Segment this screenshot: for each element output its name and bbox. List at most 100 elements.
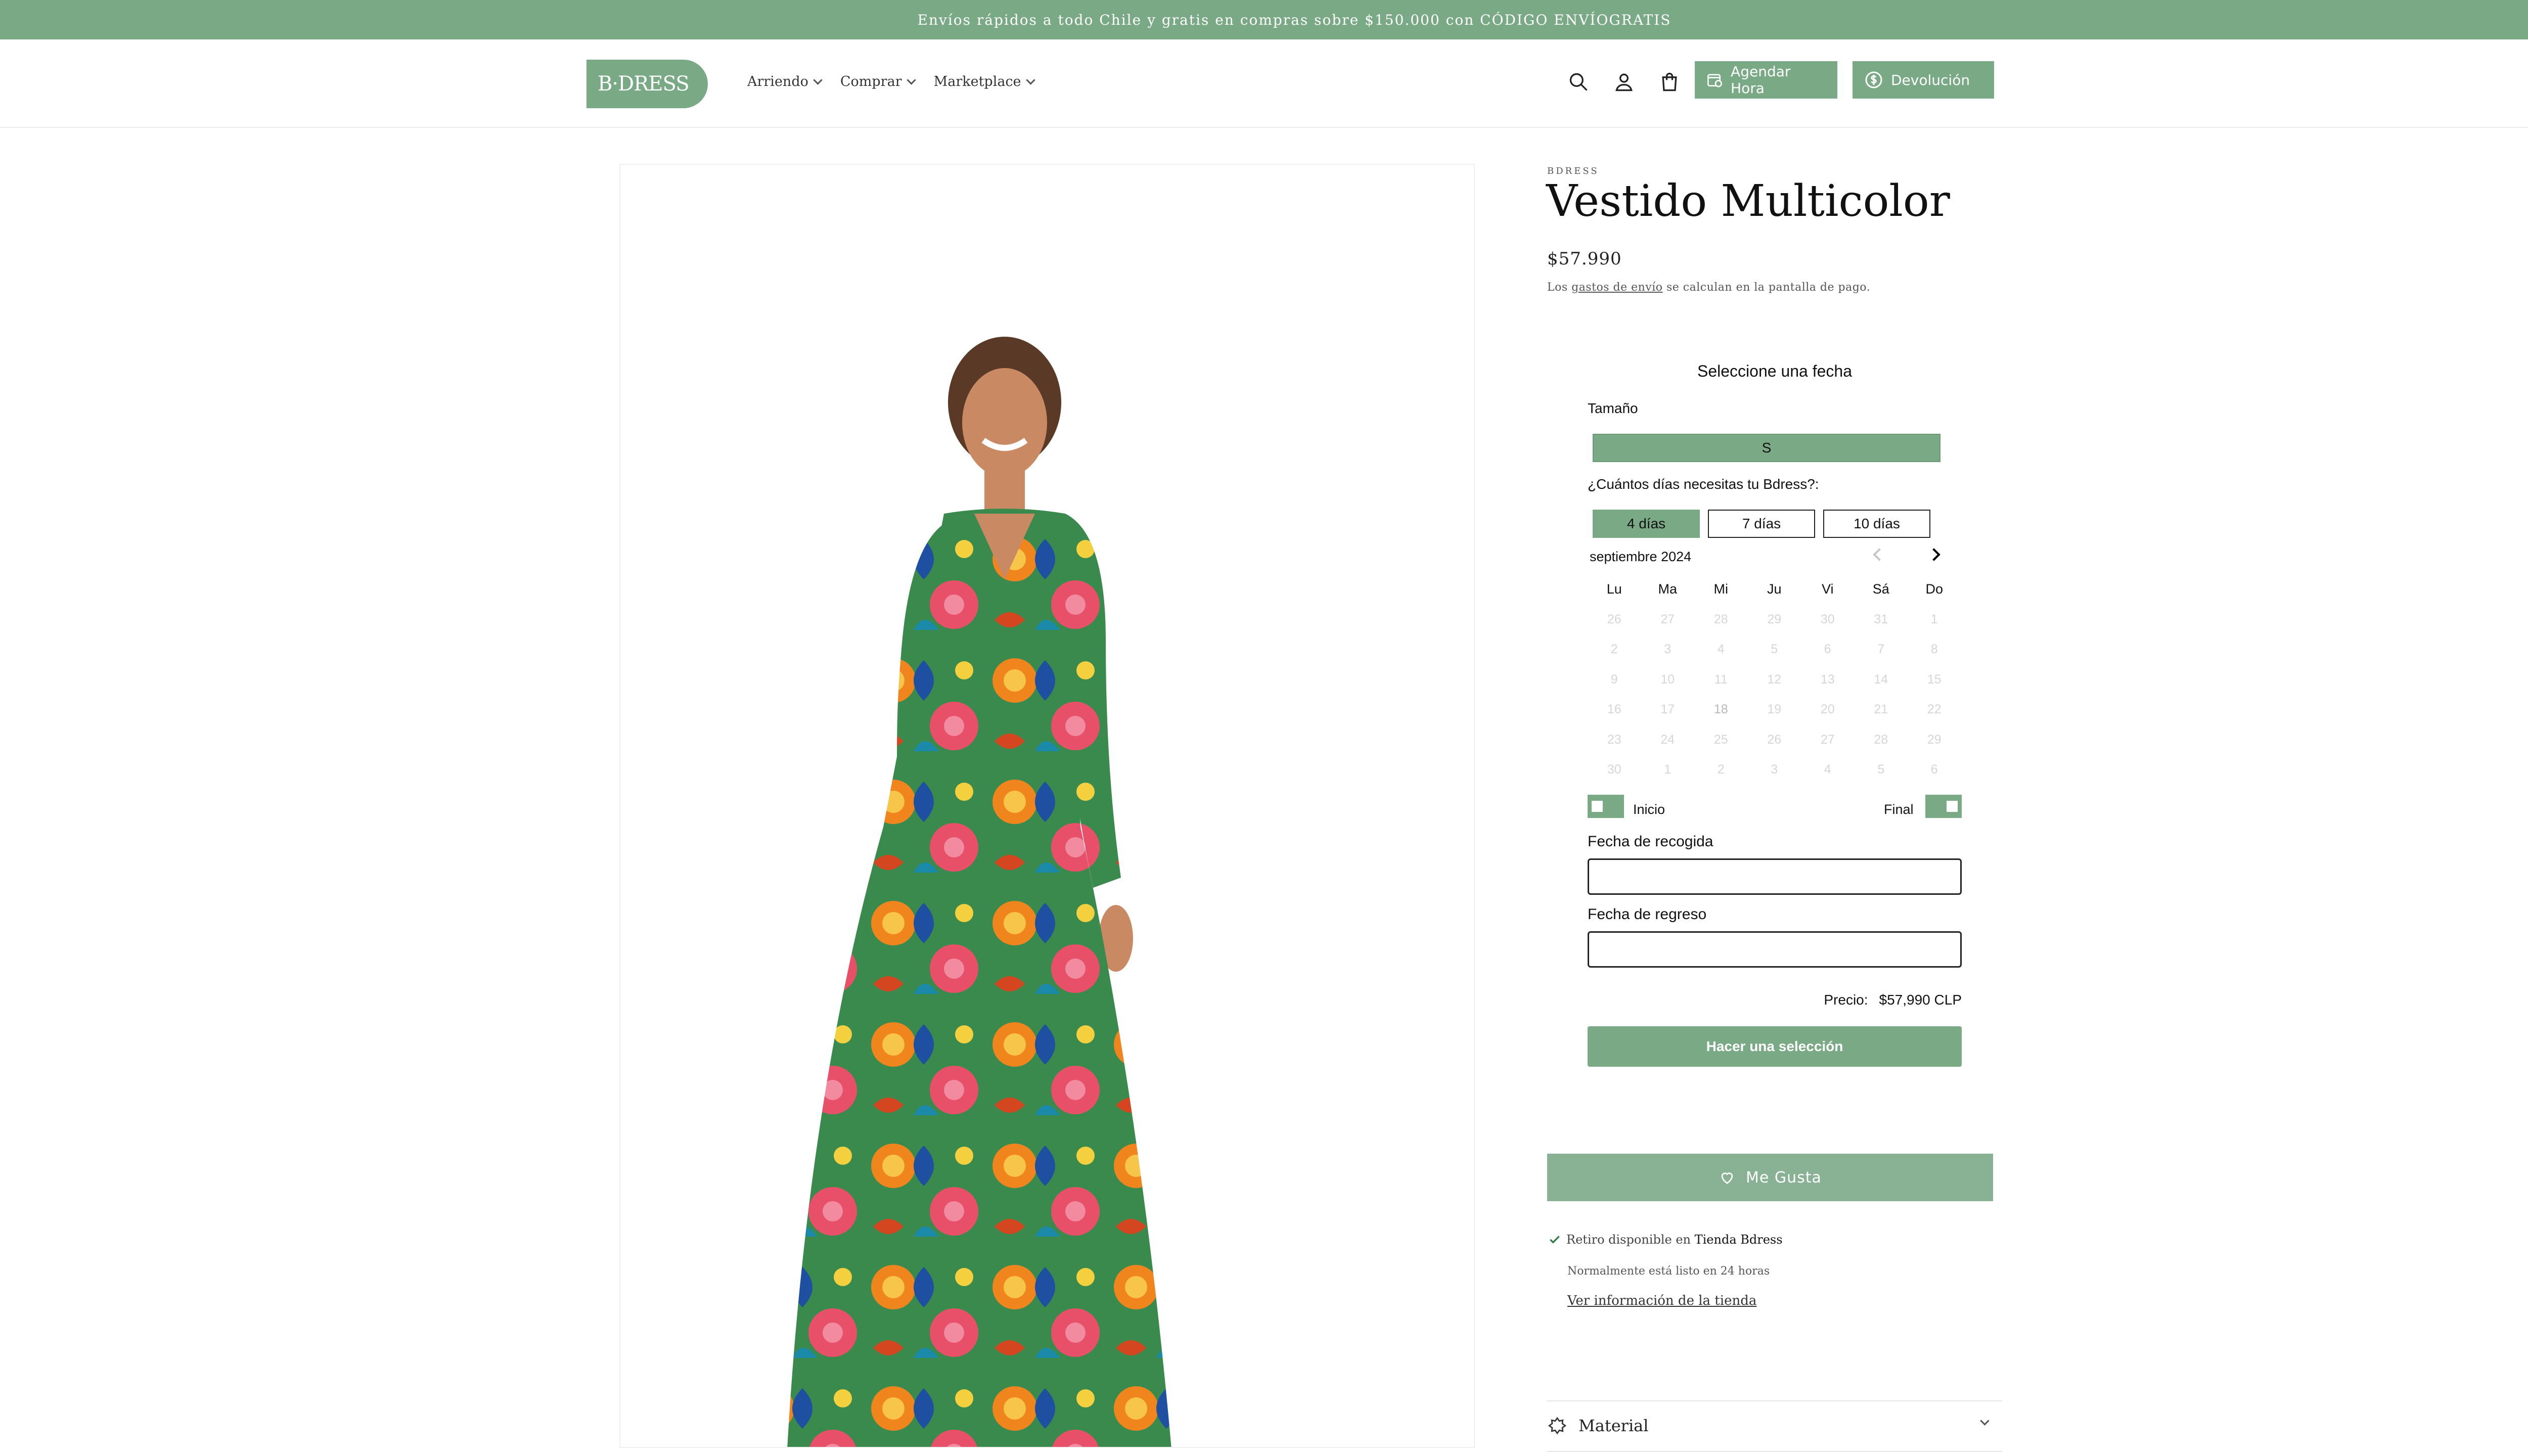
divider [1547, 1451, 2002, 1452]
divider [1547, 1400, 2002, 1401]
material-accordion[interactable]: Material [1547, 1410, 2002, 1441]
calendar-day: 14 [1874, 672, 1888, 687]
toggle-knob [1592, 801, 1603, 812]
dollar-circle-icon [1865, 71, 1882, 88]
calendar-day: 28 [1874, 732, 1888, 747]
calendar-day: 23 [1607, 732, 1621, 747]
days-option-4[interactable]: 4 días [1593, 510, 1700, 538]
size-label: Tamaño [1588, 400, 1638, 416]
toggle-knob [1947, 801, 1958, 812]
calendar-day: 2 [1717, 762, 1725, 777]
calendar-week: 2 3 4 5 6 7 8 [1588, 634, 1962, 665]
chevron-down-icon [906, 75, 916, 85]
price-value: $57,990 CLP [1879, 992, 1962, 1008]
pickup-date-field[interactable] [1588, 858, 1962, 895]
product-price: $57.990 [1547, 249, 1622, 269]
days-option-label: 7 días [1742, 516, 1781, 531]
chevron-down-icon [1980, 1416, 1990, 1426]
calendar-week: 23 24 25 26 27 28 29 [1588, 725, 1962, 755]
calendar-day: 16 [1607, 702, 1621, 717]
return-date-field[interactable] [1588, 931, 1962, 968]
weekday: Vi [1821, 581, 1834, 597]
size-value: S [1762, 440, 1772, 456]
fabric-icon [1548, 1417, 1567, 1435]
product-image[interactable] [619, 164, 1475, 1448]
end-toggle[interactable] [1925, 795, 1962, 818]
nav-item-arriendo[interactable]: Arriendo [747, 74, 823, 89]
nav-label: Comprar [840, 74, 902, 89]
nav-item-marketplace[interactable]: Marketplace [934, 74, 1035, 89]
nav-item-comprar[interactable]: Comprar [840, 74, 916, 89]
calendar-day: 29 [1767, 612, 1782, 626]
search-icon[interactable] [1567, 71, 1590, 93]
calendar-icon [1707, 74, 1722, 87]
widget-title: Seleccione una fecha [1697, 362, 1852, 380]
calendar-day: 22 [1927, 702, 1942, 717]
weekday: Ju [1767, 581, 1782, 597]
logo[interactable]: B·DRESS [586, 60, 708, 108]
price-label: Precio: [1824, 992, 1868, 1008]
chevron-down-icon [1025, 75, 1035, 85]
calendar-day[interactable]: 18 [1694, 702, 1748, 717]
product-title: Vestido Multicolor [1546, 176, 1950, 226]
shipping-note: Los gastos de envío se calculan en la pa… [1547, 281, 1870, 294]
weekday: Ma [1658, 581, 1677, 597]
calendar-day: 11 [1714, 672, 1728, 687]
make-selection-label: Hacer una selección [1706, 1038, 1843, 1054]
calendar-day: 4 [1717, 642, 1725, 657]
calendar-day: 28 [1713, 612, 1728, 626]
calendar-day: 4 [1824, 762, 1831, 777]
calendar-day: 5 [1771, 642, 1778, 657]
store-info-link[interactable]: Ver información de la tienda [1567, 1293, 1756, 1308]
shipping-note-post: se calculan en la pantalla de pago. [1662, 281, 1871, 294]
returns-button[interactable]: Devolución [1853, 61, 1994, 99]
shipping-note-pre: Los [1547, 281, 1572, 294]
like-button[interactable]: Me Gusta [1547, 1154, 1993, 1201]
pickup-availability: Retiro disponible en Tienda Bdress [1548, 1233, 1783, 1247]
calendar-day: 24 [1660, 732, 1675, 747]
calendar-week: 30 1 2 3 4 5 6 [1588, 755, 1962, 785]
calendar-grid: Lu Ma Mi Ju Vi Sá Do 26 27 28 29 30 31 1… [1588, 574, 1962, 785]
product-vendor: BDRESS [1547, 166, 1599, 176]
weekday: Do [1925, 581, 1943, 597]
calendar-day: 1 [1664, 762, 1672, 777]
make-selection-button[interactable]: Hacer una selección [1588, 1026, 1962, 1067]
calendar-day: 9 [1610, 672, 1618, 687]
days-option-7[interactable]: 7 días [1708, 510, 1815, 538]
weekday: Lu [1606, 581, 1622, 597]
calendar-day: 3 [1664, 642, 1672, 657]
size-option-s[interactable]: S [1593, 434, 1940, 462]
widget-price: Precio: $57,990 CLP [1824, 992, 1962, 1008]
main-nav: Arriendo Comprar Marketplace [747, 74, 1035, 89]
account-icon[interactable] [1613, 71, 1635, 93]
announcement-text: Envíos rápidos a todo Chile y gratis en … [917, 11, 1672, 28]
pickup-text: Retiro disponible en [1566, 1233, 1695, 1247]
shipping-link[interactable]: gastos de envío [1571, 281, 1662, 294]
like-label: Me Gusta [1746, 1168, 1822, 1187]
start-toggle-label: Inicio [1633, 802, 1665, 817]
days-option-10[interactable]: 10 días [1823, 510, 1930, 538]
calendar-day: 13 [1820, 672, 1835, 687]
announcement-bar: Envíos rápidos a todo Chile y gratis en … [0, 0, 2528, 39]
calendar-day: 27 [1820, 732, 1835, 747]
calendar-month: septiembre 2024 [1590, 549, 1692, 564]
returns-label: Devolución [1891, 71, 1970, 88]
prev-month-icon[interactable] [1873, 548, 1886, 561]
calendar-day: 7 [1877, 642, 1885, 657]
days-label: ¿Cuántos días necesitas tu Bdress?: [1588, 476, 1819, 492]
next-month-icon[interactable] [1927, 548, 1940, 561]
schedule-button[interactable]: Agendar Hora [1695, 61, 1837, 99]
calendar-day: 3 [1771, 762, 1778, 777]
calendar-day: 20 [1820, 702, 1835, 717]
return-date-label: Fecha de regreso [1588, 906, 1707, 923]
calendar-day: 8 [1930, 642, 1938, 657]
calendar-day: 26 [1767, 732, 1782, 747]
calendar-weekdays: Lu Ma Mi Ju Vi Sá Do [1588, 574, 1962, 605]
site-header: B·DRESS Arriendo Comprar Marketplace Age… [0, 39, 2528, 128]
calendar-week: 16 17 18 19 20 21 22 [1588, 695, 1962, 725]
checkmark-icon [1550, 1236, 1560, 1244]
cart-icon[interactable] [1658, 71, 1681, 93]
calendar-week: 26 27 28 29 30 31 1 [1588, 605, 1962, 635]
start-toggle[interactable] [1588, 795, 1624, 818]
pickup-date-label: Fecha de recogida [1588, 833, 1713, 850]
